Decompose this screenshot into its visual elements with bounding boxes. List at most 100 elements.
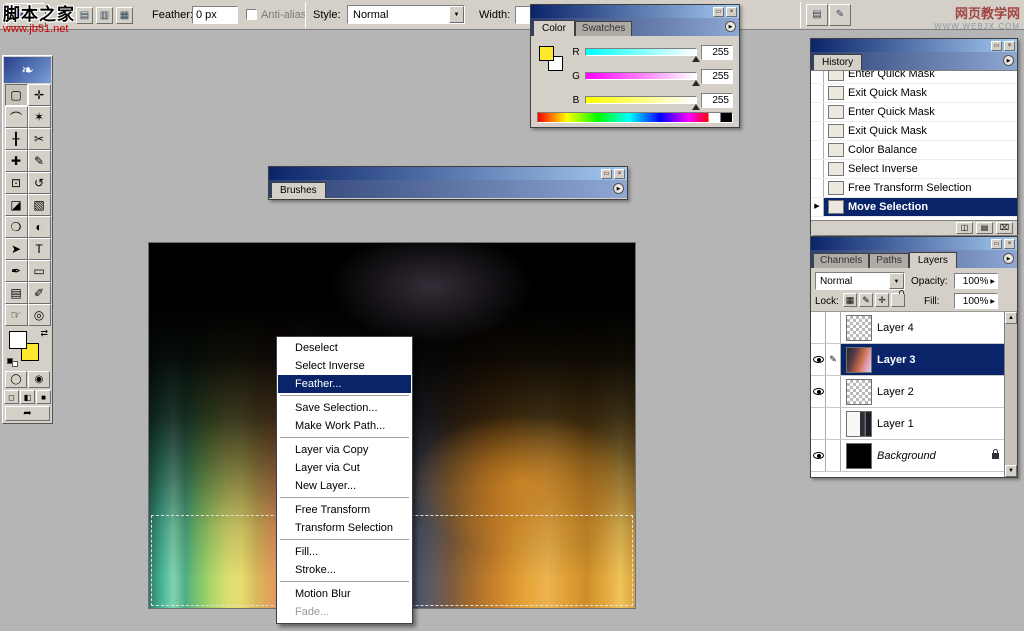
history-item[interactable]: Select Inverse <box>811 160 1017 179</box>
tab-brushes[interactable]: Brushes <box>271 182 326 198</box>
palette-menu-icon[interactable]: ▶ <box>1003 253 1014 264</box>
lock-image-icon[interactable]: ✎ <box>859 293 873 307</box>
blue-slider[interactable] <box>585 96 697 104</box>
tool-dodge[interactable]: ◐ <box>28 216 51 238</box>
tab-history[interactable]: History <box>813 54 862 70</box>
jump-to-imageready-button[interactable]: ➦ <box>5 406 50 421</box>
menu-item-deselect[interactable]: Deselect <box>278 339 411 357</box>
history-source-cell[interactable] <box>811 122 824 140</box>
tool-blur[interactable]: ❍ <box>5 216 28 238</box>
tool-type[interactable]: T <box>28 238 51 260</box>
palette-titlebar[interactable]: ▭ × <box>811 237 1017 250</box>
palette-menu-icon[interactable]: ▶ <box>613 183 624 194</box>
tool-magic-wand[interactable]: ✶ <box>28 106 51 128</box>
layer-row[interactable]: Layer 2 <box>811 376 1017 408</box>
tab-swatches[interactable]: Swatches <box>575 21 632 36</box>
link-cell[interactable] <box>826 408 841 439</box>
tool-shape[interactable]: ▭ <box>28 260 51 282</box>
chevron-down-icon[interactable]: ▼ <box>449 6 464 23</box>
tool-brush[interactable]: ✎ <box>28 150 51 172</box>
tool-history-brush[interactable]: ↺ <box>28 172 51 194</box>
lock-position-icon[interactable]: ✛ <box>875 293 889 307</box>
close-icon[interactable]: × <box>1004 41 1015 51</box>
tab-paths[interactable]: Paths <box>869 253 909 268</box>
visibility-toggle[interactable] <box>811 440 826 471</box>
screen-mode-standard-button[interactable]: ◻ <box>4 390 19 404</box>
menu-item-select-inverse[interactable]: Select Inverse <box>278 357 411 375</box>
foreground-color-swatch[interactable] <box>539 46 554 61</box>
history-slider-icon[interactable]: ▶ <box>811 198 824 216</box>
palette-menu-icon[interactable]: ▶ <box>1003 55 1014 66</box>
default-colors-icon[interactable] <box>7 358 18 367</box>
history-item[interactable]: Color Balance <box>811 141 1017 160</box>
history-item-selected[interactable]: ▶ Move Selection <box>811 198 1017 217</box>
red-value-input[interactable]: 255 <box>701 45 733 60</box>
history-source-cell[interactable] <box>811 160 824 178</box>
visibility-toggle[interactable] <box>811 376 826 407</box>
layer-row[interactable]: Layer 4 <box>811 312 1017 344</box>
antialias-checkbox[interactable] <box>246 9 257 20</box>
palette-titlebar[interactable]: ▭ × <box>531 5 739 18</box>
fill-input[interactable]: 100% ▶ <box>954 293 998 309</box>
menu-item-make-work-path[interactable]: Make Work Path... <box>278 417 411 435</box>
green-slider[interactable] <box>585 72 697 80</box>
file-browser-button[interactable]: ▤ <box>806 4 828 26</box>
trash-icon[interactable]: ⌧ <box>996 222 1013 234</box>
history-source-cell[interactable] <box>811 179 824 197</box>
toolbar-icon-1[interactable]: ▤ <box>76 7 93 24</box>
history-item[interactable]: Enter Quick Mask <box>811 70 1017 84</box>
tab-layers[interactable]: Layers <box>909 252 957 268</box>
blend-mode-select[interactable]: Normal ▼ <box>815 272 905 290</box>
tool-move[interactable]: ✛ <box>28 84 51 106</box>
swap-colors-icon[interactable]: ⇄ <box>40 329 48 338</box>
history-source-cell[interactable] <box>811 70 824 83</box>
link-cell[interactable] <box>826 440 841 471</box>
tool-crop[interactable]: ╂ <box>5 128 28 150</box>
new-document-icon[interactable]: ▤ <box>976 222 993 234</box>
tool-healing-brush[interactable]: ✚ <box>5 150 28 172</box>
visibility-toggle[interactable] <box>811 344 826 375</box>
feather-input[interactable]: 0 px <box>192 6 238 24</box>
tab-channels[interactable]: Channels <box>813 253 869 268</box>
blue-value-input[interactable]: 255 <box>701 93 733 108</box>
layer-row-selected[interactable]: ✎ Layer 3 <box>811 344 1017 376</box>
menu-item-fill[interactable]: Fill... <box>278 543 411 561</box>
tool-zoom[interactable]: ◎ <box>28 304 51 326</box>
slider-thumb-icon[interactable] <box>692 56 700 62</box>
screen-mode-full-button[interactable]: ■ <box>36 390 51 404</box>
history-item[interactable]: Exit Quick Mask <box>811 122 1017 141</box>
screen-mode-menubar-button[interactable]: ◧ <box>20 390 35 404</box>
spinner-icon[interactable]: ▶ <box>990 278 995 285</box>
tool-gradient[interactable]: ▧ <box>28 194 51 216</box>
history-source-cell[interactable] <box>811 103 824 121</box>
close-icon[interactable]: × <box>726 7 737 17</box>
new-snapshot-icon[interactable]: ◫ <box>956 222 973 234</box>
menu-item-save-selection[interactable]: Save Selection... <box>278 399 411 417</box>
close-icon[interactable]: × <box>614 169 625 179</box>
history-item[interactable]: Free Transform Selection <box>811 179 1017 198</box>
style-select[interactable]: Normal ▼ <box>347 5 465 24</box>
standard-mode-button[interactable]: ◯ <box>5 371 27 388</box>
red-slider[interactable] <box>585 48 697 56</box>
history-item[interactable]: Exit Quick Mask <box>811 84 1017 103</box>
green-value-input[interactable]: 255 <box>701 69 733 84</box>
lock-transparency-icon[interactable]: ▦ <box>843 293 857 307</box>
scroll-up-icon[interactable]: ▲ <box>1005 312 1017 324</box>
palette-menu-icon[interactable]: ▶ <box>725 21 736 32</box>
visibility-toggle[interactable] <box>811 408 826 439</box>
link-cell[interactable] <box>826 312 841 343</box>
layer-thumbnail[interactable] <box>846 379 872 405</box>
link-cell[interactable]: ✎ <box>826 344 841 375</box>
menu-item-new-layer[interactable]: New Layer... <box>278 477 411 495</box>
visibility-toggle[interactable] <box>811 312 826 343</box>
scroll-down-icon[interactable]: ▼ <box>1005 465 1017 477</box>
history-source-cell[interactable] <box>811 84 824 102</box>
spinner-icon[interactable]: ▶ <box>990 298 995 305</box>
tool-rectangular-marquee[interactable]: ▢ <box>5 84 28 106</box>
tool-notes[interactable]: ▤ <box>5 282 28 304</box>
color-spectrum-bar[interactable] <box>537 112 733 123</box>
layer-thumbnail[interactable] <box>846 347 872 373</box>
menu-item-feather[interactable]: Feather... <box>278 375 411 393</box>
tool-lasso[interactable]: ⌒ <box>5 106 28 128</box>
tool-pen[interactable]: ✒ <box>5 260 28 282</box>
